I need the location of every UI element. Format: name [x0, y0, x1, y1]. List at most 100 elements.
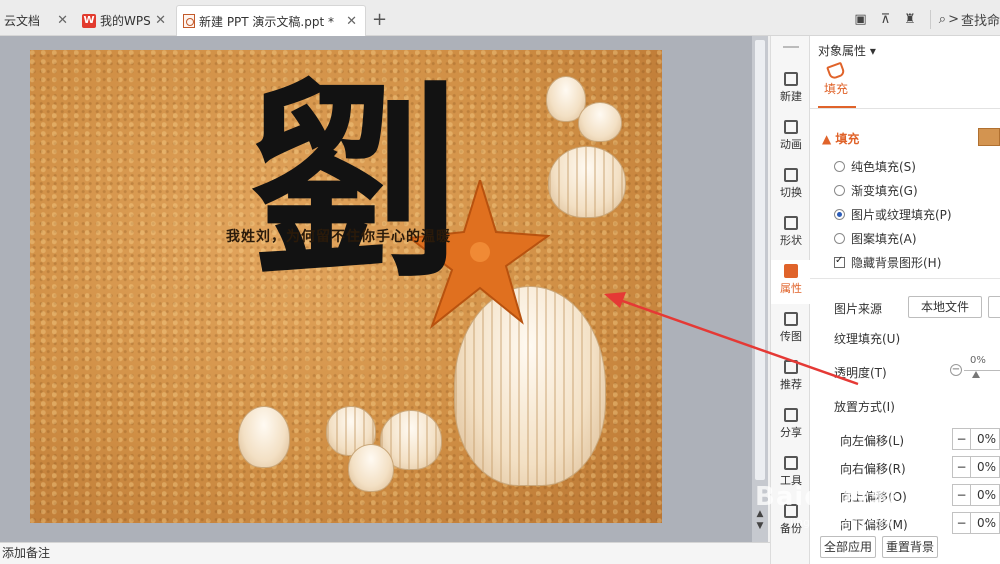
transition-icon — [784, 168, 798, 182]
sidebar-item-properties[interactable]: 属性 — [771, 260, 811, 304]
close-icon[interactable]: ✕ — [57, 13, 68, 28]
stepper-value[interactable]: 0% — [971, 485, 996, 505]
tab-my-wps[interactable]: W 我的WPS ✕ — [78, 5, 174, 36]
offset-left-stepper[interactable]: − 0% — [952, 428, 1000, 450]
minus-icon[interactable]: − — [953, 429, 971, 449]
close-icon[interactable]: ✕ — [346, 14, 357, 29]
stepper-value[interactable]: 0% — [971, 457, 996, 477]
notes-placeholder: 添加备注 — [2, 546, 51, 560]
search-icon: ⌕ — [938, 12, 947, 27]
notes-bar[interactable]: 添加备注 — [0, 542, 770, 564]
sidebar-item-label: 推荐 — [780, 378, 802, 391]
command-search[interactable]: ⌕ > 查找命 — [929, 10, 1000, 29]
tab-fill-label: 填充 — [823, 82, 848, 96]
sidebar-item-label: 切换 — [780, 186, 802, 199]
online-image-button[interactable] — [988, 296, 1000, 318]
radio-picture-texture-fill[interactable]: 图片或纹理填充(P) — [834, 206, 952, 223]
sidebar-item-label: 动画 — [780, 138, 802, 151]
offset-right-stepper[interactable]: − 0% — [952, 456, 1000, 478]
sidebar-item-upload-image[interactable]: 传图 — [771, 308, 811, 352]
reset-background-button[interactable]: 重置背景 — [882, 536, 938, 558]
sidebar-item-new[interactable]: 新建 — [771, 68, 811, 112]
upload-image-icon — [784, 312, 798, 326]
sidebar-item-label: 属性 — [780, 282, 802, 295]
top-right-toolbar: ▣ ⊼ ♜ ⌕ > 查找命 — [854, 10, 1000, 29]
tab-label: 云文档 — [4, 14, 41, 28]
fill-color-swatch[interactable] — [978, 128, 1000, 146]
local-file-button[interactable]: 本地文件 — [908, 296, 982, 318]
slide-canvas[interactable]: 劉 我姓刘，为何留不住你手心的温暖 — [30, 50, 662, 523]
seashell-image — [238, 406, 290, 468]
offset-left-label: 向左偏移(L) — [840, 434, 905, 448]
tab-cloud-docs[interactable]: 云文档 ✕ — [0, 5, 76, 36]
transparency-slider-thumb[interactable] — [972, 371, 980, 378]
radio-pattern-fill[interactable]: 图案填充(A) — [834, 230, 917, 247]
sidebar-item-recommend[interactable]: 推荐 — [771, 356, 811, 400]
apply-all-button[interactable]: 全部应用 — [820, 536, 876, 558]
radio-solid-fill[interactable]: 纯色填充(S) — [834, 158, 916, 175]
radio-label: 图片或纹理填充(P) — [851, 208, 952, 222]
pin-icon[interactable]: ⊼ — [881, 12, 891, 27]
sidebar-item-label: 分享 — [780, 426, 802, 439]
watermark-logo: Baidu经验 — [755, 482, 898, 512]
seashell-image — [348, 444, 394, 492]
wps-logo-icon: W — [82, 13, 96, 28]
paint-bucket-icon — [826, 61, 846, 81]
panel-title-dropdown[interactable]: 对象属性 ▾ — [818, 42, 876, 59]
new-tab-button[interactable]: + — [372, 9, 387, 30]
offset-down-stepper[interactable]: − 0% — [952, 512, 1000, 534]
shape-icon — [784, 216, 798, 230]
screen-icon[interactable]: ▣ — [854, 12, 866, 27]
radio-label: 图案填充(A) — [851, 232, 917, 246]
radio-gradient-fill[interactable]: 渐变填充(G) — [834, 182, 918, 199]
recommend-icon — [784, 360, 798, 374]
search-placeholder: 查找命 — [960, 14, 1000, 29]
radio-button[interactable] — [834, 209, 845, 220]
slide-big-character[interactable]: 劉 — [250, 78, 460, 288]
search-chevron-icon: > — [948, 12, 959, 27]
placement-label: 放置方式(I) — [834, 400, 895, 414]
minus-icon[interactable]: − — [953, 513, 971, 533]
radio-button[interactable] — [834, 185, 845, 196]
ppt-file-icon — [183, 14, 195, 28]
slide-caption-text[interactable]: 我姓刘，为何留不住你手心的温暖 — [226, 226, 451, 246]
seashell-image — [578, 102, 622, 142]
transparency-label: 透明度(T) — [834, 366, 887, 380]
radio-label: 渐变填充(G) — [851, 184, 918, 198]
minus-icon[interactable]: − — [953, 485, 971, 505]
checkbox-hide-bg-graphics[interactable]: 隐藏背景图形(H) — [834, 254, 941, 271]
minus-icon[interactable]: − — [953, 457, 971, 477]
offset-up-stepper[interactable]: − 0% — [952, 484, 1000, 506]
sidebar-item-shape[interactable]: 形状 — [771, 212, 811, 256]
toolbox-icon — [784, 456, 798, 470]
sidebar-item-transition[interactable]: 切换 — [771, 164, 811, 208]
sidebar-item-label: 传图 — [780, 330, 802, 343]
tab-fill[interactable]: 填充 — [818, 61, 854, 97]
transparency-value: 0% — [970, 355, 986, 366]
tab-bar: 云文档 ✕ W 我的WPS ✕ 新建 PPT 演示文稿.ppt * ✕ + ▣ … — [0, 0, 1000, 36]
skin-icon[interactable]: ♜ — [904, 12, 916, 27]
radio-button[interactable] — [834, 233, 845, 244]
fill-section-header[interactable]: ▲ 填充 — [822, 130, 859, 147]
sidebar-item-share[interactable]: 分享 — [771, 404, 811, 448]
close-icon[interactable]: ✕ — [155, 13, 166, 28]
texture-fill-label[interactable]: 纹理填充(U) — [834, 330, 900, 347]
image-source-label: 图片来源 — [834, 302, 883, 316]
vertical-scrollbar[interactable]: ▲ ▼ — [752, 36, 768, 542]
stepper-value[interactable]: 0% — [971, 429, 996, 449]
scrollbar-thumb[interactable] — [755, 40, 765, 480]
radio-button[interactable] — [834, 161, 845, 172]
animation-icon — [784, 120, 798, 134]
transparency-decrease-button[interactable]: − — [950, 364, 962, 376]
stepper-value[interactable]: 0% — [971, 513, 996, 533]
divider — [810, 108, 1000, 109]
collapse-handle[interactable] — [783, 46, 799, 48]
share-icon — [784, 408, 798, 422]
radio-label: 纯色填充(S) — [851, 160, 916, 174]
tab-ppt-document[interactable]: 新建 PPT 演示文稿.ppt * ✕ — [176, 5, 366, 36]
tab-label: 新建 PPT 演示文稿.ppt * — [199, 14, 335, 29]
sidebar-item-animation[interactable]: 动画 — [771, 116, 811, 160]
tab-label: 我的WPS — [100, 14, 151, 28]
checkbox[interactable] — [834, 255, 845, 268]
transparency-slider[interactable] — [964, 370, 1000, 371]
